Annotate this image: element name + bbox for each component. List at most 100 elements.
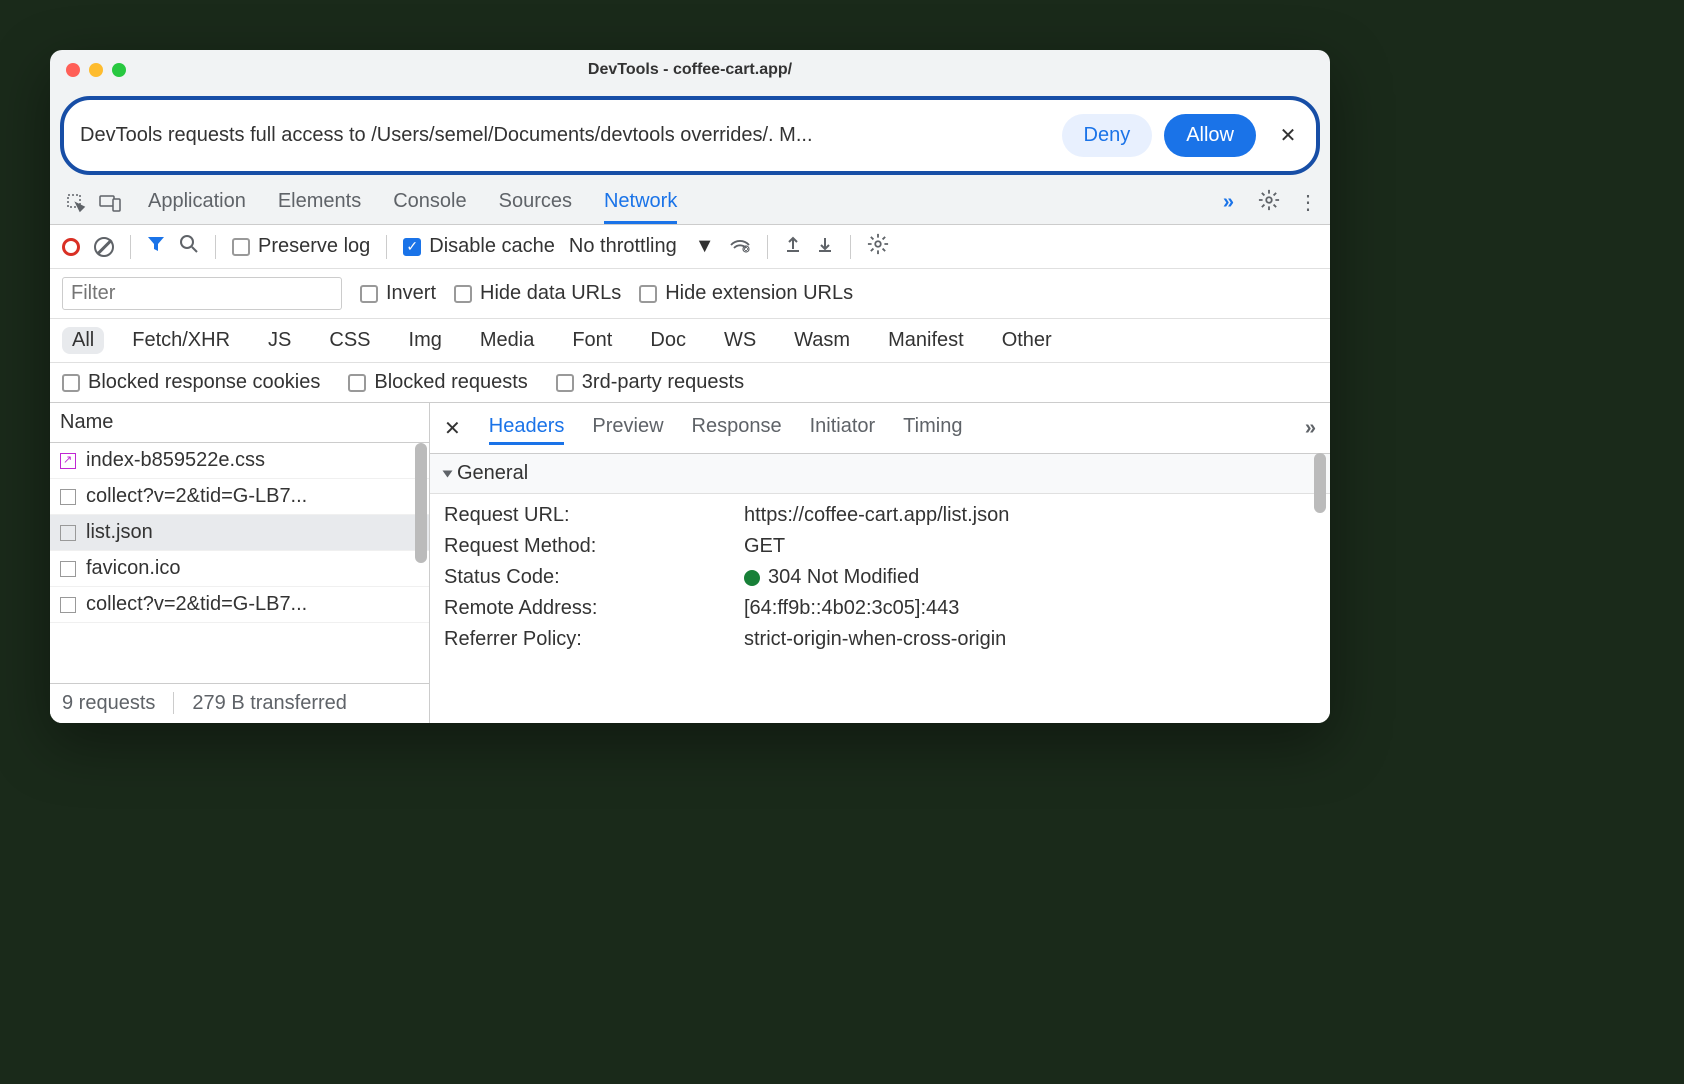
type-filter-all[interactable]: All [62,327,104,354]
request-row[interactable]: collect?v=2&tid=G-LB7... [50,587,429,623]
blocked-cookies-checkbox[interactable]: Blocked response cookies [62,371,320,394]
header-key: Remote Address: [444,597,744,620]
separator [850,235,851,259]
network-toolbar: Preserve log ✓Disable cache No throttlin… [50,225,1330,269]
detail-tab-response[interactable]: Response [692,411,782,445]
tab-sources[interactable]: Sources [499,182,572,224]
close-icon[interactable]: ✕ [1276,124,1300,148]
request-row[interactable]: list.json [50,515,429,551]
blocked-requests-checkbox[interactable]: Blocked requests [348,371,527,394]
type-filter-doc[interactable]: Doc [640,327,696,354]
disable-cache-checkbox[interactable]: ✓Disable cache [403,235,555,258]
allow-button[interactable]: Allow [1164,114,1256,157]
section-title: General [457,462,528,485]
type-filter-font[interactable]: Font [562,327,622,354]
clear-icon[interactable] [94,237,114,257]
separator [215,235,216,259]
header-row: Request URL:https://coffee-cart.app/list… [444,500,1316,531]
general-headers-grid: Request URL:https://coffee-cart.app/list… [430,494,1330,661]
search-icon[interactable] [179,234,199,260]
request-row[interactable]: collect?v=2&tid=G-LB7... [50,479,429,515]
permission-alert: DevTools requests full access to /Users/… [60,96,1320,175]
type-filter-img[interactable]: Img [399,327,452,354]
request-list[interactable]: index-b859522e.css collect?v=2&tid=G-LB7.… [50,443,429,683]
detail-tab-timing[interactable]: Timing [903,411,962,445]
requests-count: 9 requests [62,692,155,715]
request-name: favicon.ico [86,557,181,580]
close-detail-icon[interactable]: ✕ [444,416,461,441]
inspect-icon[interactable] [62,189,90,217]
download-icon[interactable] [816,235,834,259]
resource-type-filters: All Fetch/XHR JS CSS Img Media Font Doc WS Wasm Ma… [50,319,1330,363]
file-icon [60,561,76,577]
scrollbar-thumb[interactable] [415,443,427,563]
filter-row: Invert Hide data URLs Hide extension URL… [50,269,1330,319]
separator [767,235,768,259]
invert-checkbox[interactable]: Invert [360,282,436,305]
upload-icon[interactable] [784,235,802,259]
settings-gear-icon[interactable] [1258,189,1280,217]
dropdown-icon: ▼ [695,235,715,258]
filter-icon[interactable] [147,235,165,259]
tab-console[interactable]: Console [393,182,466,224]
maximize-window-button[interactable] [112,63,126,77]
request-list-panel: Name index-b859522e.css collect?v=2&tid=G… [50,403,430,723]
scrollbar-thumb[interactable] [1314,453,1326,513]
filter-input[interactable] [62,277,342,310]
file-icon [60,597,76,613]
detail-tab-initiator[interactable]: Initiator [810,411,876,445]
type-filter-wasm[interactable]: Wasm [784,327,860,354]
record-button[interactable] [62,238,80,256]
block-filters-row: Blocked response cookies Blocked request… [50,363,1330,403]
header-key: Request Method: [444,535,744,558]
more-tabs-icon[interactable]: » [1223,191,1234,214]
hide-extension-urls-checkbox[interactable]: Hide extension URLs [639,282,853,305]
more-detail-tabs-icon[interactable]: » [1305,417,1316,440]
transferred-size: 279 B transferred [192,692,347,715]
type-filter-media[interactable]: Media [470,327,544,354]
devtools-window: DevTools - coffee-cart.app/ DevTools req… [50,50,1330,723]
header-value: 304 Not Modified [744,566,1316,589]
traffic-lights [66,63,126,77]
tab-elements[interactable]: Elements [278,182,361,224]
status-footer: 9 requests 279 B transferred [50,683,429,723]
request-row[interactable]: index-b859522e.css [50,443,429,479]
close-window-button[interactable] [66,63,80,77]
separator [130,235,131,259]
type-filter-fetchxhr[interactable]: Fetch/XHR [122,327,240,354]
header-key: Referrer Policy: [444,628,744,651]
header-value: https://coffee-cart.app/list.json [744,504,1316,527]
network-settings-gear-icon[interactable] [867,233,889,261]
type-filter-js[interactable]: JS [258,327,301,354]
preserve-log-checkbox[interactable]: Preserve log [232,235,370,258]
detail-tabs-container: Headers Preview Response Initiator Timing [489,411,1277,445]
type-filter-manifest[interactable]: Manifest [878,327,974,354]
disclosure-triangle-icon [443,470,453,477]
name-column-header[interactable]: Name [50,403,429,443]
hide-data-urls-checkbox[interactable]: Hide data URLs [454,282,621,305]
file-icon [60,525,76,541]
header-key: Request URL: [444,504,744,527]
header-value: GET [744,535,1316,558]
device-toggle-icon[interactable] [96,189,124,217]
deny-button[interactable]: Deny [1062,114,1153,157]
header-value: [64:ff9b::4b02:3c05]:443 [744,597,1316,620]
tab-application[interactable]: Application [148,182,246,224]
request-name: collect?v=2&tid=G-LB7... [86,593,307,616]
type-filter-css[interactable]: CSS [319,327,380,354]
tab-network[interactable]: Network [604,182,677,224]
throttling-select[interactable]: No throttling ▼ [569,235,715,258]
detail-tab-headers[interactable]: Headers [489,411,565,445]
request-name: list.json [86,521,153,544]
detail-tab-preview[interactable]: Preview [592,411,663,445]
detail-tabs: ✕ HeadersPreviewResponseInitiatorTiming … [430,403,1330,454]
request-name: index-b859522e.css [86,449,265,472]
type-filter-other[interactable]: Other [992,327,1062,354]
network-conditions-icon[interactable] [729,235,751,259]
request-row[interactable]: favicon.ico [50,551,429,587]
type-filter-ws[interactable]: WS [714,327,766,354]
general-section-header[interactable]: General [430,454,1330,494]
thirdparty-requests-checkbox[interactable]: 3rd-party requests [556,371,744,394]
minimize-window-button[interactable] [89,63,103,77]
kebab-menu-icon[interactable]: ⋮ [1298,190,1318,215]
